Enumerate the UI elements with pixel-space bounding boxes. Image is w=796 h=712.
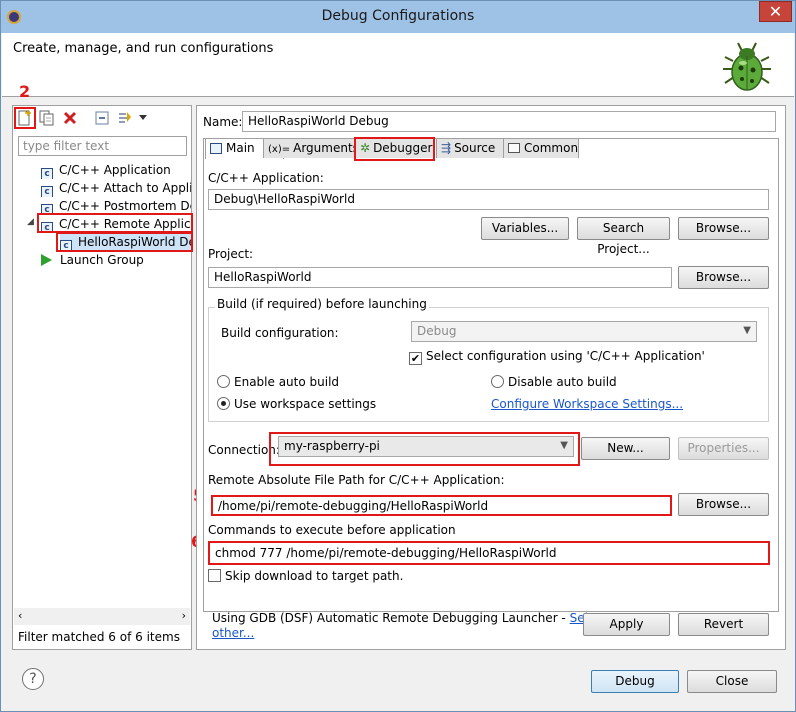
tree-item-cpp-attach[interactable]: c C/C++ Attach to Applic [41, 179, 191, 197]
header-title: Create, manage, and run configurations [13, 41, 274, 56]
close-window-button[interactable]: ✕ [759, 1, 792, 22]
chevron-down-icon[interactable] [138, 112, 148, 122]
tree-item-label: C/C++ Application [59, 163, 171, 177]
configuration-tree-panel: type filter text c C/C++ Application c C/C… [12, 105, 193, 650]
use-workspace-radio[interactable]: Use workspace settings [217, 397, 376, 411]
properties-button: Properties... [678, 437, 769, 460]
scroll-right-icon[interactable]: › [182, 609, 186, 622]
build-config-select: Debug ▼ [411, 321, 757, 342]
disable-auto-build-radio[interactable]: Disable auto build [491, 375, 617, 389]
horizontal-scrollbar[interactable]: ‹ › [14, 608, 190, 625]
filter-icon[interactable] [117, 110, 133, 126]
tree-item-cpp-application[interactable]: c C/C++ Application [41, 161, 171, 179]
checkbox-icon [208, 569, 221, 582]
radio-icon [217, 375, 230, 388]
skip-download-label: Skip download to target path. [225, 569, 404, 583]
arguments-icon: (x)= [268, 144, 291, 155]
apply-button[interactable]: Apply [583, 613, 670, 636]
enable-auto-build-radio[interactable]: Enable auto build [217, 375, 339, 389]
window-title: Debug Configurations [321, 8, 475, 24]
title-bar: Debug Configurations ✕ [1, 1, 795, 33]
tab-label: Source [454, 141, 496, 155]
name-label: Name: [203, 115, 243, 129]
annotation-2: 2 [19, 82, 31, 101]
checkbox-checked-icon: ✔ [409, 352, 422, 365]
cpp-app-input[interactable]: Debug\HelloRaspiWorld [208, 189, 769, 210]
dialog-window: Debug Configurations ✕ Create, manage, a… [0, 0, 796, 712]
search-project-button[interactable]: Search Project... [577, 217, 670, 256]
browse-remote-button[interactable]: Browse... [678, 493, 769, 516]
browse-app-button[interactable]: Browse... [678, 217, 769, 240]
tab-source[interactable]: ⇶ Source [436, 138, 504, 158]
tree-item-label: C/C++ Postmortem Del [59, 199, 191, 213]
tab-common[interactable]: Common [503, 138, 579, 158]
remote-path-input[interactable]: /home/pi/remote-debugging/HelloRaspiWorl… [211, 495, 672, 516]
commands-input[interactable]: chmod 777 /home/pi/remote-debugging/Hell… [208, 541, 770, 565]
skip-download-checkbox[interactable]: Skip download to target path. [208, 569, 403, 583]
tree-item-label: C/C++ Attach to Applic [59, 181, 191, 195]
build-config-value: Debug [417, 324, 457, 338]
debug-button[interactable]: Debug [591, 670, 679, 693]
highlight-new-button [14, 107, 36, 129]
project-label: Project: [208, 247, 254, 261]
configuration-editor-panel: Name: HelloRaspiWorld Debug Main (x)= Arg… [196, 105, 786, 650]
other-link[interactable]: other... [212, 626, 254, 640]
common-icon [508, 143, 520, 153]
filter-input[interactable]: type filter text [18, 136, 187, 156]
name-input[interactable]: HelloRaspiWorld Debug [242, 111, 776, 132]
tree-item-label: Launch Group [60, 253, 144, 267]
commands-label: Commands to execute before application [208, 523, 456, 537]
scroll-left-icon[interactable]: ‹ [18, 609, 22, 622]
new-connection-button[interactable]: New... [581, 437, 670, 460]
highlight-remote-app [37, 213, 193, 233]
highlight-debugger-tab [354, 137, 435, 161]
bug-icon [723, 42, 771, 91]
tree-item-launch-group[interactable]: Launch Group [41, 251, 144, 269]
variables-button[interactable]: Variables... [481, 217, 569, 240]
cpp-config-icon: c [41, 186, 53, 197]
highlight-connection [269, 432, 580, 466]
delete-icon[interactable] [62, 110, 78, 126]
tab-arguments[interactable]: (x)= Arguments [263, 138, 359, 158]
launcher-text: Using GDB (DSF) Automatic Remote Debuggi… [212, 611, 607, 625]
filter-status: Filter matched 6 of 6 items [18, 630, 180, 644]
disable-auto-label: Disable auto build [508, 375, 617, 389]
use-workspace-label: Use workspace settings [234, 397, 377, 411]
build-config-label: Build configuration: [221, 326, 339, 340]
cpp-config-icon: c [41, 168, 53, 179]
dialog-header: Create, manage, and run configurations [2, 33, 794, 97]
remote-path-label: Remote Absolute File Path for C/C++ Appl… [208, 473, 505, 487]
browse-project-button[interactable]: Browse... [678, 266, 769, 289]
duplicate-icon[interactable] [39, 110, 55, 126]
radio-icon [491, 375, 504, 388]
enable-auto-label: Enable auto build [234, 375, 340, 389]
revert-button[interactable]: Revert [678, 613, 769, 636]
launch-group-icon [41, 254, 52, 266]
source-icon: ⇶ [441, 141, 452, 155]
build-group-title: Build (if required) before launching [215, 297, 429, 311]
tab-label: Main [226, 141, 255, 155]
chevron-down-icon: ▼ [743, 325, 751, 336]
select-config-label: Select configuration using 'C/C++ Applic… [426, 349, 705, 363]
highlight-hello-config [56, 232, 193, 252]
project-input[interactable]: HelloRaspiWorld [208, 267, 672, 288]
help-icon[interactable]: ? [22, 668, 44, 690]
close-button[interactable]: Close [687, 670, 777, 693]
tab-label: Common [524, 141, 579, 155]
cpp-app-label: C/C++ Application: [208, 171, 324, 185]
collapse-all-icon[interactable] [94, 110, 110, 126]
configure-workspace-link[interactable]: Configure Workspace Settings... [491, 397, 683, 411]
tab-label: Arguments [293, 141, 359, 155]
launcher-label: Using GDB (DSF) Automatic Remote Debuggi… [212, 611, 570, 625]
radio-selected-icon [217, 397, 230, 410]
main-tab-icon [210, 143, 222, 154]
expanded-arrow-icon[interactable]: ◢ [27, 217, 34, 227]
select-config-checkbox[interactable]: ✔ Select configuration using 'C/C++ Appli… [409, 349, 705, 365]
